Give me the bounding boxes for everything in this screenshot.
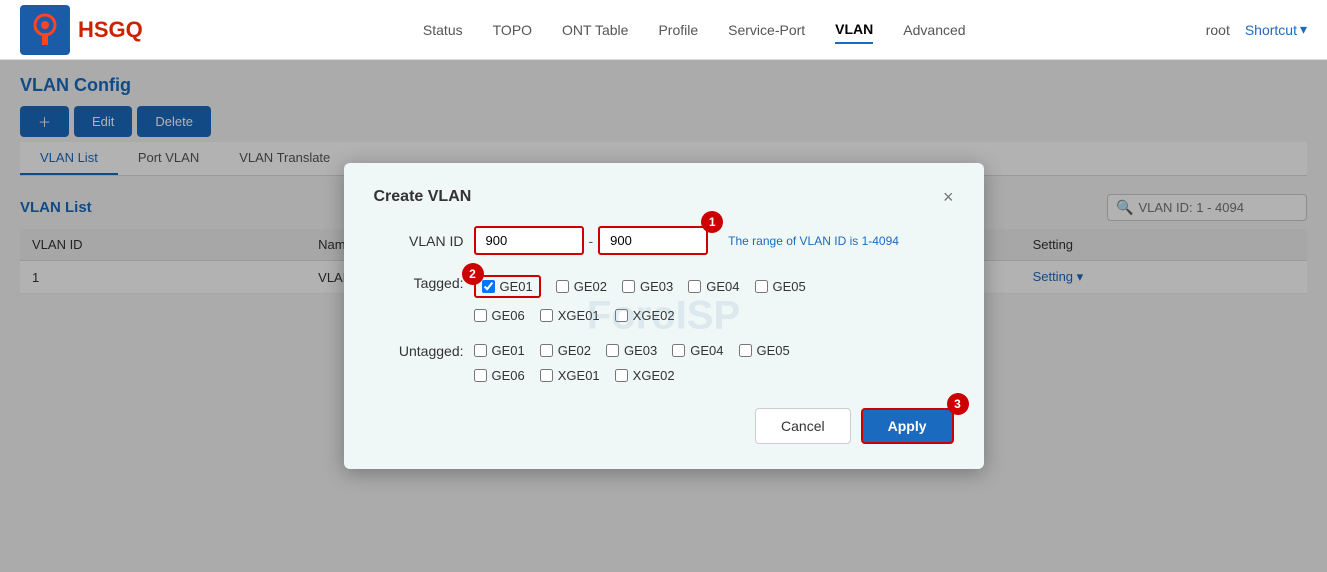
tagged-ge01-item: GE01 2 (474, 275, 541, 298)
tagged-ge03-label: GE03 (640, 279, 673, 294)
untagged-ge05-label: GE05 (757, 343, 790, 358)
untagged-xge01-label: XGE01 (558, 368, 600, 383)
step1-badge: 1 (701, 211, 723, 233)
untagged-ge03-label: GE03 (624, 343, 657, 358)
tagged-ge01-label: GE01 (500, 279, 533, 294)
modal-overlay: ForoISP Create VLAN × VLAN ID - 1 The ra… (0, 60, 1327, 572)
untagged-xge02-item: XGE02 (615, 368, 675, 383)
untagged-checkboxes-row2: GE06 XGE01 XGE02 (474, 368, 790, 383)
nav-user: root (1206, 22, 1230, 38)
apply-button-container: Apply 3 (861, 408, 954, 444)
untagged-ge01-checkbox[interactable] (474, 344, 487, 357)
vlan-id-label: VLAN ID (374, 233, 464, 249)
apply-button[interactable]: Apply (861, 408, 954, 444)
tagged-xge02-item: XGE02 (615, 308, 675, 323)
untagged-ge06-label: GE06 (492, 368, 525, 383)
untagged-xge02-checkbox[interactable] (615, 369, 628, 382)
chevron-down-icon: ▾ (1300, 21, 1307, 38)
tagged-ge04-item: GE04 (688, 279, 739, 294)
nav-profile[interactable]: Profile (658, 17, 698, 43)
tagged-xge02-checkbox[interactable] (615, 309, 628, 322)
untagged-ge02-checkbox[interactable] (540, 344, 553, 357)
untagged-ge03-item: GE03 (606, 343, 657, 358)
vlan-id-hint: The range of VLAN ID is 1-4094 (728, 234, 899, 248)
nav-advanced[interactable]: Advanced (903, 17, 965, 43)
tagged-row: Tagged: GE01 2 GE02 (374, 275, 954, 323)
vlan-id-start-input[interactable] (474, 226, 584, 255)
nav-topo[interactable]: TOPO (493, 17, 532, 43)
logo-text: HSGQ (78, 17, 143, 43)
untagged-xge01-checkbox[interactable] (540, 369, 553, 382)
tagged-ge02-item: GE02 (556, 279, 607, 294)
tagged-ge05-label: GE05 (773, 279, 806, 294)
tagged-ge02-label: GE02 (574, 279, 607, 294)
vlan-id-row: VLAN ID - 1 The range of VLAN ID is 1-40… (374, 226, 954, 255)
untagged-ge05-item: GE05 (739, 343, 790, 358)
tagged-ge05-checkbox[interactable] (755, 280, 768, 293)
tagged-ge01-checkbox[interactable] (482, 280, 495, 293)
nav-service-port[interactable]: Service-Port (728, 17, 805, 43)
modal-header: Create VLAN × (374, 188, 954, 206)
untagged-ge05-checkbox[interactable] (739, 344, 752, 357)
create-vlan-modal: ForoISP Create VLAN × VLAN ID - 1 The ra… (344, 163, 984, 469)
untagged-ge02-label: GE02 (558, 343, 591, 358)
untagged-label: Untagged: (374, 343, 464, 359)
untagged-ge04-checkbox[interactable] (672, 344, 685, 357)
untagged-ge01-label: GE01 (492, 343, 525, 358)
tagged-xge01-checkbox[interactable] (540, 309, 553, 322)
step2-badge: 2 (462, 263, 484, 285)
tagged-checkboxes-row2: GE06 XGE01 XGE02 (474, 308, 806, 323)
tagged-xge01-label: XGE01 (558, 308, 600, 323)
untagged-row: Untagged: GE01 GE02 GE03 (374, 343, 954, 383)
nav-ont-table[interactable]: ONT Table (562, 17, 628, 43)
step3-badge: 3 (947, 393, 969, 415)
untagged-ge04-item: GE04 (672, 343, 723, 358)
untagged-ge04-label: GE04 (690, 343, 723, 358)
main-nav: Status TOPO ONT Table Profile Service-Po… (183, 16, 1206, 44)
tagged-ge06-label: GE06 (492, 308, 525, 323)
modal-title: Create VLAN (374, 188, 472, 206)
tagged-ge03-item: GE03 (622, 279, 673, 294)
tagged-ge06-checkbox[interactable] (474, 309, 487, 322)
tagged-ge04-checkbox[interactable] (688, 280, 701, 293)
untagged-ge06-checkbox[interactable] (474, 369, 487, 382)
tagged-ge02-checkbox[interactable] (556, 280, 569, 293)
tagged-ge05-item: GE05 (755, 279, 806, 294)
nav-shortcut[interactable]: Shortcut ▾ (1245, 21, 1307, 38)
untagged-xge02-label: XGE02 (633, 368, 675, 383)
vlan-id-end-input[interactable] (598, 226, 708, 255)
modal-footer: Cancel Apply 3 (374, 408, 954, 444)
logo: HSGQ (20, 5, 143, 55)
tagged-ge06-item: GE06 (474, 308, 525, 323)
untagged-checkboxes-row1: GE01 GE02 GE03 GE04 (474, 343, 790, 358)
tagged-xge02-label: XGE02 (633, 308, 675, 323)
untagged-ge01-item: GE01 (474, 343, 525, 358)
header: HSGQ Status TOPO ONT Table Profile Servi… (0, 0, 1327, 60)
modal-close-button[interactable]: × (943, 188, 954, 206)
tagged-label: Tagged: (374, 275, 464, 291)
tagged-checkboxes-row1: GE01 2 GE02 GE03 GE04 (474, 275, 806, 298)
nav-status[interactable]: Status (423, 17, 463, 43)
vlan-id-inputs: - 1 (474, 226, 709, 255)
tagged-xge01-item: XGE01 (540, 308, 600, 323)
cancel-button[interactable]: Cancel (755, 408, 851, 444)
untagged-xge01-item: XGE01 (540, 368, 600, 383)
nav-vlan[interactable]: VLAN (835, 16, 873, 44)
untagged-ge03-checkbox[interactable] (606, 344, 619, 357)
logo-icon (20, 5, 70, 55)
tagged-ge04-label: GE04 (706, 279, 739, 294)
untagged-ge06-item: GE06 (474, 368, 525, 383)
nav-right: root Shortcut ▾ (1206, 21, 1307, 38)
untagged-ge02-item: GE02 (540, 343, 591, 358)
page-content: VLAN Config ＋ Edit Delete VLAN List Port… (0, 60, 1327, 572)
vlan-id-dash: - (589, 233, 594, 249)
tagged-ge03-checkbox[interactable] (622, 280, 635, 293)
